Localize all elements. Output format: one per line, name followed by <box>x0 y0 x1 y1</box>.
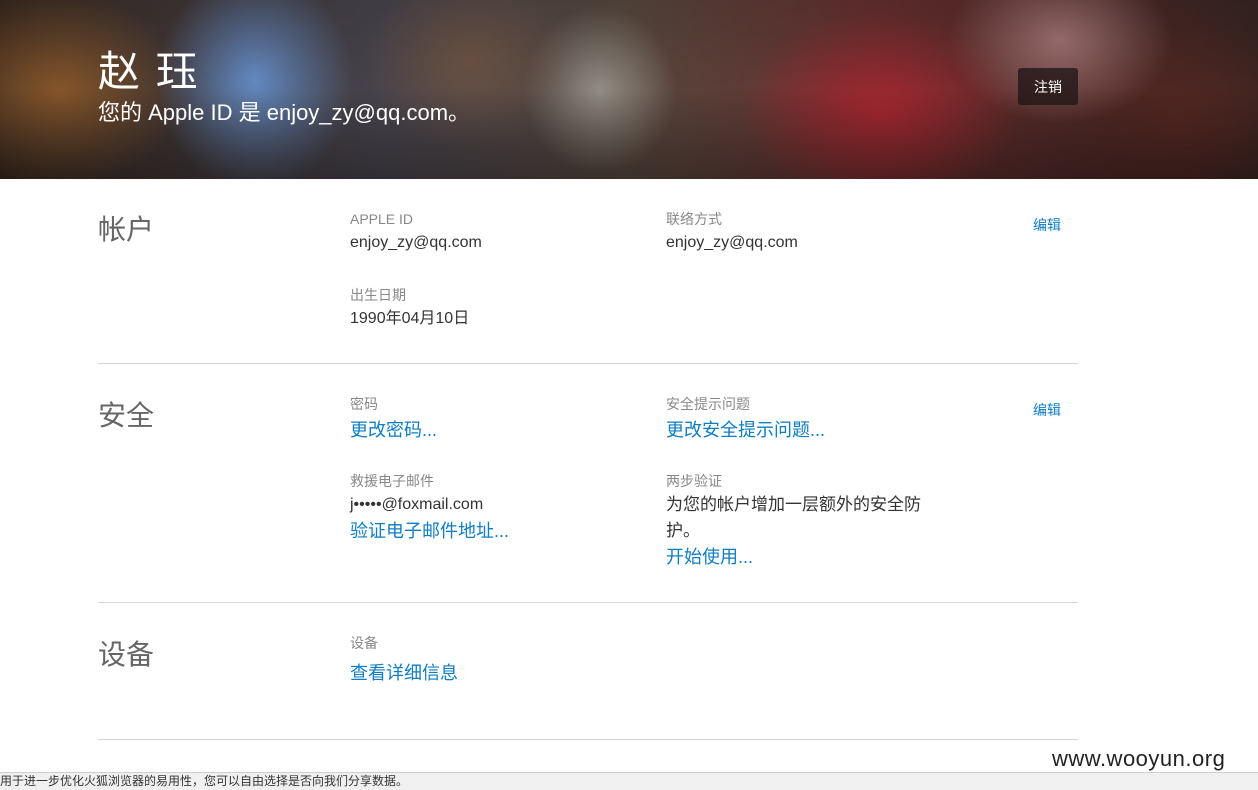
apple-id-label: APPLE ID <box>350 211 414 227</box>
change-security-questions-link[interactable]: 更改安全提示问题... <box>666 417 825 443</box>
devices-section-title: 设备 <box>98 639 155 670</box>
devices-field: 设备 查看详细信息 <box>350 634 458 686</box>
security-questions-label: 安全提示问题 <box>666 396 750 412</box>
notification-text: 用于进一步优化火狐浏览器的易用性，您可以自由选择是否向我们分享数据。 <box>0 774 409 788</box>
notification-bar: 用于进一步优化火狐浏览器的易用性，您可以自由选择是否向我们分享数据。 <box>0 772 1258 790</box>
birthday-field: 出生日期 1990年04月10日 <box>350 286 469 332</box>
section-divider <box>98 363 1078 364</box>
next-section-label-partial <box>350 764 430 772</box>
two-step-field: 两步验证 为您的帐户增加一层额外的安全防护。 开始使用... <box>666 472 946 570</box>
verify-email-link[interactable]: 验证电子邮件地址... <box>350 518 509 544</box>
account-section-title: 帐户 <box>98 214 155 245</box>
rescue-email-label: 救援电子邮件 <box>350 473 434 489</box>
password-field: 密码 更改密码... <box>350 395 437 443</box>
user-name: 赵 珏 <box>98 48 200 95</box>
change-password-link[interactable]: 更改密码... <box>350 417 437 443</box>
apple-id-value: enjoy_zy@qq.com <box>350 234 482 251</box>
contact-label: 联络方式 <box>666 211 722 227</box>
birthday-value: 1990年04月10日 <box>350 310 470 327</box>
rescue-email-value: j•••••@foxmail.com <box>350 496 484 513</box>
section-divider <box>98 602 1078 603</box>
contact-field: 联络方式 enjoy_zy@qq.com <box>666 210 798 256</box>
apple-id-field: APPLE ID enjoy_zy@qq.com <box>350 210 482 256</box>
two-step-start-link[interactable]: 开始使用... <box>666 544 946 570</box>
section-divider <box>98 739 1078 740</box>
two-step-description: 为您的帐户增加一层额外的安全防护。 <box>666 495 921 540</box>
rescue-email-field: 救援电子邮件 j•••••@foxmail.com 验证电子邮件地址... <box>350 472 509 544</box>
security-edit-link[interactable]: 编辑 <box>1033 400 1061 420</box>
account-edit-link[interactable]: 编辑 <box>1033 215 1061 235</box>
contact-value: enjoy_zy@qq.com <box>666 234 798 251</box>
password-label: 密码 <box>350 396 378 412</box>
security-questions-field: 安全提示问题 更改安全提示问题... <box>666 395 825 443</box>
apple-id-subtitle: 您的 Apple ID 是 enjoy_zy@qq.com。 <box>98 100 471 125</box>
two-step-label: 两步验证 <box>666 473 722 489</box>
watermark: www.wooyun.org <box>1052 746 1226 771</box>
birthday-label: 出生日期 <box>350 287 406 303</box>
signout-button[interactable]: 注销 <box>1018 68 1078 105</box>
security-section-title: 安全 <box>98 400 155 431</box>
view-details-link[interactable]: 查看详细信息 <box>350 660 458 686</box>
devices-label: 设备 <box>350 635 378 651</box>
